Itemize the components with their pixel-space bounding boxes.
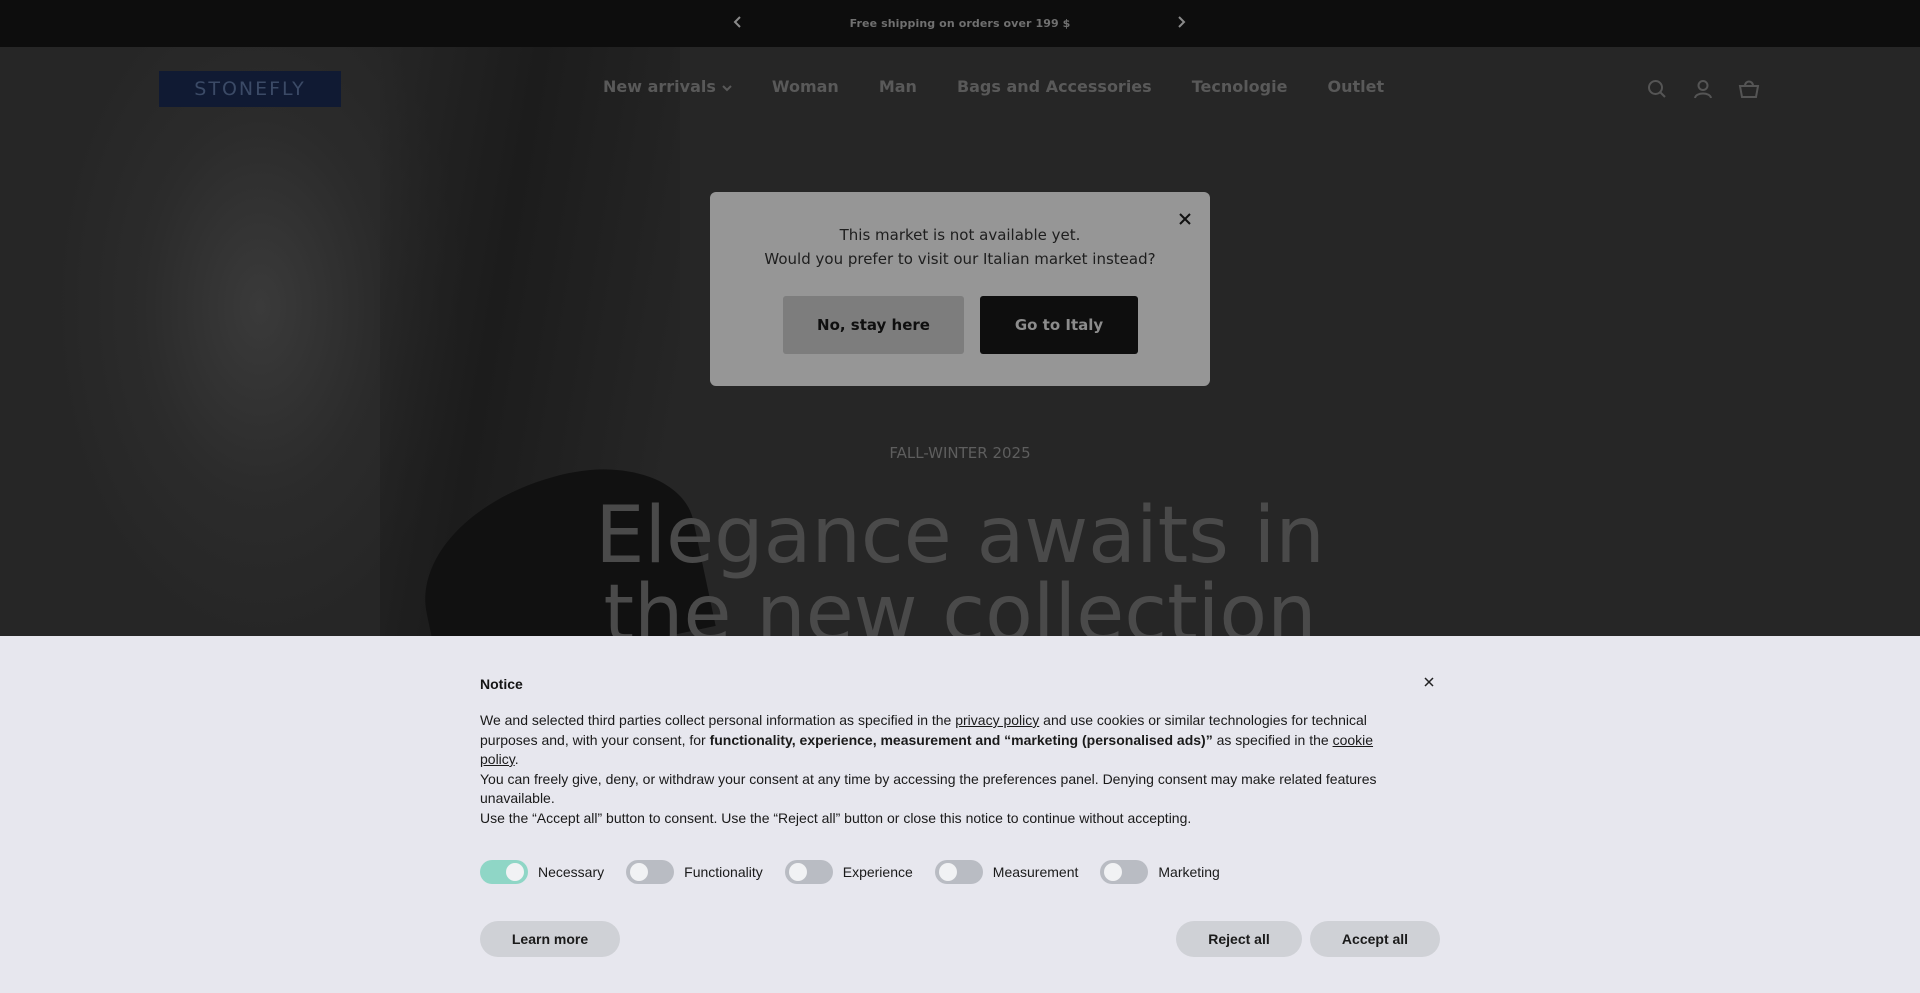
go-to-italy-button[interactable]: Go to Italy xyxy=(980,296,1138,354)
nav-label: New arrivals xyxy=(603,77,716,96)
toggle-switch[interactable] xyxy=(626,860,675,884)
stay-here-button[interactable]: No, stay here xyxy=(783,296,964,354)
cookie-banner: Notice We and selected third parties col… xyxy=(0,636,1920,993)
nav-woman[interactable]: Woman xyxy=(772,77,839,96)
main-nav: New arrivals Woman Man Bags and Accessor… xyxy=(603,77,1384,96)
toggle-label: Measurement xyxy=(992,864,1079,880)
toggle-switch[interactable] xyxy=(784,860,833,884)
cookie-text: . xyxy=(514,751,519,767)
toggle-necessary[interactable]: Necessary xyxy=(480,860,604,884)
cookie-text: as specified in the xyxy=(1212,731,1333,748)
close-icon[interactable] xyxy=(1421,674,1437,690)
cookie-paragraph-1: We and selected third parties collect pe… xyxy=(480,711,1400,770)
account-icon[interactable] xyxy=(1691,77,1715,101)
nav-tecnologie[interactable]: Tecnologie xyxy=(1192,77,1288,96)
market-modal: This market is not available yet. Would … xyxy=(710,192,1210,386)
header-actions xyxy=(1645,77,1761,101)
consent-toggles: Necessary Functionality Experience Measu… xyxy=(480,860,1242,884)
toggle-experience[interactable]: Experience xyxy=(784,860,913,884)
announcement-text: Free shipping on orders over 199 $ xyxy=(849,17,1071,30)
search-icon[interactable] xyxy=(1645,77,1669,101)
cookie-body: We and selected third parties collect pe… xyxy=(480,711,1400,828)
hero-eyebrow: FALL-WINTER 2025 xyxy=(889,444,1031,462)
market-message-line2: Would you prefer to visit our Italian ma… xyxy=(764,250,1156,268)
reject-all-button[interactable]: Reject all xyxy=(1176,921,1302,957)
hero-headline: Elegance awaits in the new collection xyxy=(0,497,1920,637)
learn-more-button[interactable]: Learn more xyxy=(480,921,620,957)
cookie-paragraph-2: You can freely give, deny, or withdraw y… xyxy=(480,770,1377,807)
toggle-functionality[interactable]: Functionality xyxy=(626,860,763,884)
chevron-down-icon xyxy=(722,77,732,96)
hero-headline-line1: Elegance awaits in xyxy=(595,491,1325,581)
nav-bags-accessories[interactable]: Bags and Accessories xyxy=(957,77,1152,96)
nav-man[interactable]: Man xyxy=(879,77,917,96)
toggle-switch[interactable] xyxy=(934,860,983,884)
toggle-label: Marketing xyxy=(1158,864,1220,880)
cookie-text-bold: functionality, experience, measurement a… xyxy=(709,731,1213,748)
toggle-label: Functionality xyxy=(684,864,763,880)
toggle-marketing[interactable]: Marketing xyxy=(1100,860,1220,884)
toggle-switch[interactable] xyxy=(1100,860,1149,884)
toggle-measurement[interactable]: Measurement xyxy=(934,860,1079,884)
privacy-policy-link[interactable]: privacy policy xyxy=(955,712,1039,728)
cookie-title: Notice xyxy=(480,676,523,692)
toggle-label: Experience xyxy=(842,864,913,880)
toggle-label: Necessary xyxy=(538,864,605,880)
nav-new-arrivals[interactable]: New arrivals xyxy=(603,77,732,96)
logo[interactable]: STONEFLY xyxy=(159,71,341,107)
cart-icon[interactable] xyxy=(1737,77,1761,101)
toggle-switch[interactable] xyxy=(480,860,528,884)
hero-headline-line2: the new collection xyxy=(603,569,1317,637)
cookie-text: We and selected third parties collect pe… xyxy=(480,712,956,728)
market-message-line1: This market is not available yet. xyxy=(839,226,1081,244)
nav-outlet[interactable]: Outlet xyxy=(1327,77,1384,96)
chevron-left-icon[interactable] xyxy=(728,12,748,32)
accept-all-button[interactable]: Accept all xyxy=(1310,921,1440,957)
chevron-right-icon[interactable] xyxy=(1171,12,1191,32)
site-header: STONEFLY New arrivals Woman Man Bags and… xyxy=(0,47,1920,131)
cookie-paragraph-3: Use the “Accept all” button to consent. … xyxy=(480,809,1192,826)
announcement-bar: Free shipping on orders over 199 $ xyxy=(0,0,1920,47)
